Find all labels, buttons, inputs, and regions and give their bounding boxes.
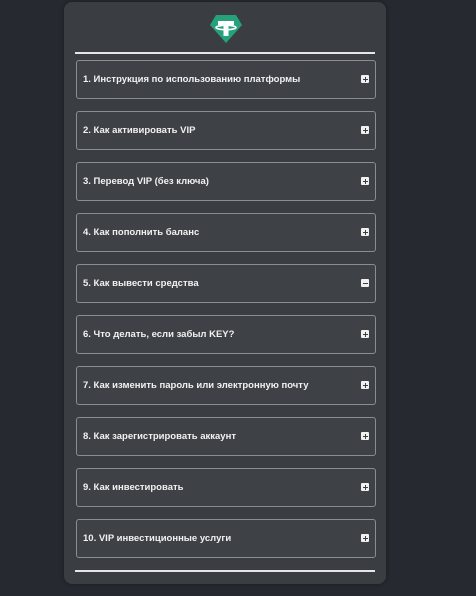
minus-icon[interactable] <box>361 279 369 287</box>
faq-item-label: 9. Как инвестировать <box>83 482 184 493</box>
faq-item-5[interactable]: 5. Как вывести средства <box>76 264 376 303</box>
plus-icon[interactable] <box>361 534 369 542</box>
plus-icon[interactable] <box>361 75 369 83</box>
faq-item-label: 3. Перевод VIP (без ключа) <box>83 176 209 187</box>
plus-icon[interactable] <box>361 483 369 491</box>
plus-icon[interactable] <box>361 432 369 440</box>
plus-icon[interactable] <box>361 381 369 389</box>
faq-item-label: 1. Инструкция по использованию платформы <box>83 74 301 85</box>
top-divider <box>75 52 375 54</box>
plus-icon[interactable] <box>361 228 369 236</box>
faq-item-label: 5. Как вывести средства <box>83 278 199 289</box>
faq-item-label: 8. Как зарегистрировать аккаунт <box>83 431 236 442</box>
plus-icon[interactable] <box>361 177 369 185</box>
plus-icon[interactable] <box>361 330 369 338</box>
faq-item-label: 6. Что делать, если забыл KEY? <box>83 329 235 340</box>
faq-item-label: 2. Как активировать VIP <box>83 125 196 136</box>
faq-item-8[interactable]: 8. Как зарегистрировать аккаунт <box>76 417 376 456</box>
faq-item-2[interactable]: 2. Как активировать VIP <box>76 111 376 150</box>
faq-panel: 1. Инструкция по использованию платформы… <box>64 2 386 584</box>
tether-logo-icon <box>210 15 242 43</box>
faq-item-6[interactable]: 6. Что делать, если забыл KEY? <box>76 315 376 354</box>
faq-item-7[interactable]: 7. Как изменить пароль или электронную п… <box>76 366 376 405</box>
bottom-divider <box>75 570 375 572</box>
faq-item-3[interactable]: 3. Перевод VIP (без ключа) <box>76 162 376 201</box>
faq-item-9[interactable]: 9. Как инвестировать <box>76 468 376 507</box>
faq-item-10[interactable]: 10. VIP инвестиционные услуги <box>76 519 376 558</box>
faq-item-label: 7. Как изменить пароль или электронную п… <box>83 380 309 391</box>
faq-item-1[interactable]: 1. Инструкция по использованию платформы <box>76 60 376 99</box>
faq-item-label: 4. Как пополнить баланс <box>83 227 200 238</box>
faq-item-label: 10. VIP инвестиционные услуги <box>83 533 232 544</box>
faq-item-4[interactable]: 4. Как пополнить баланс <box>76 213 376 252</box>
plus-icon[interactable] <box>361 126 369 134</box>
faq-list: 1. Инструкция по использованию платформы… <box>76 60 376 570</box>
